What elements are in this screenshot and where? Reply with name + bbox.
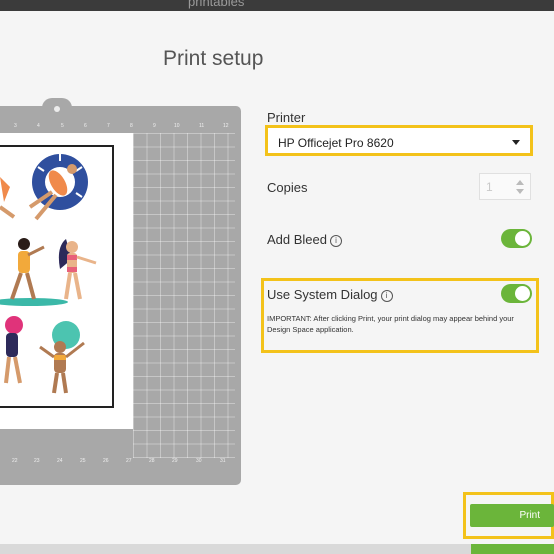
print-button[interactable]: Print: [470, 504, 554, 527]
mat-tab-hole: [54, 106, 60, 112]
add-bleed-row: Add Bleed i: [267, 232, 342, 247]
ruler-tick: 30: [196, 458, 202, 464]
print-image-frame: [0, 145, 114, 408]
copies-stepper[interactable]: 1: [479, 173, 531, 200]
printer-label: Printer: [267, 110, 306, 125]
info-icon[interactable]: i: [330, 234, 342, 247]
copies-value[interactable]: 1: [486, 180, 493, 194]
ruler-tick: 12: [223, 123, 229, 129]
toggle-knob: [515, 231, 530, 246]
decrement-arrow-icon[interactable]: [516, 189, 524, 194]
swimmers-illustration: [0, 154, 97, 394]
ruler-tick: 8: [130, 123, 133, 129]
printer-select[interactable]: HP Officejet Pro 8620: [265, 125, 533, 156]
ruler-tick: 5: [61, 123, 64, 129]
toggle-knob: [515, 286, 530, 301]
ruler-tick: 23: [34, 458, 40, 464]
mat-ruler-bottom: 22 23 24 25 26 27 28 29 30 31: [10, 458, 242, 470]
ruler-tick: 7: [107, 123, 110, 129]
ruler-tick: 11: [199, 123, 205, 129]
add-bleed-label: Add Bleed: [267, 232, 327, 247]
ruler-tick: 29: [172, 458, 178, 464]
ruler-tick: 25: [80, 458, 86, 464]
ruler-tick: 3: [14, 123, 17, 129]
ruler-tick: 24: [57, 458, 63, 464]
ruler-tick: 22: [12, 458, 18, 464]
ruler-tick: 9: [153, 123, 156, 129]
ruler-tick: 6: [84, 123, 87, 129]
system-dialog-label: Use System Dialog: [267, 287, 378, 302]
printer-selected-value: HP Officejet Pro 8620: [278, 136, 394, 150]
system-dialog-toggle[interactable]: [501, 284, 532, 303]
bottom-strip: [0, 544, 554, 554]
copies-label: Copies: [267, 180, 308, 195]
info-icon[interactable]: i: [380, 289, 393, 302]
ruler-tick: 10: [174, 123, 180, 129]
mat-grid: [133, 133, 235, 458]
add-bleed-toggle[interactable]: [501, 229, 532, 248]
system-dialog-row: Use System Dialog i: [267, 287, 393, 302]
increment-arrow-icon[interactable]: [516, 180, 524, 185]
ruler-tick: 4: [37, 123, 40, 129]
ruler-tick: 31: [220, 458, 226, 464]
top-bar: printables: [0, 0, 554, 11]
page-title: Print setup: [163, 47, 264, 70]
chevron-down-icon[interactable]: [512, 140, 520, 145]
ruler-tick: 27: [126, 458, 132, 464]
system-dialog-note: IMPORTANT: After clicking Print, your pr…: [267, 314, 514, 334]
ruler-tick: 26: [103, 458, 109, 464]
ruler-tick: 28: [149, 458, 155, 464]
app-title: printables: [188, 0, 245, 9]
